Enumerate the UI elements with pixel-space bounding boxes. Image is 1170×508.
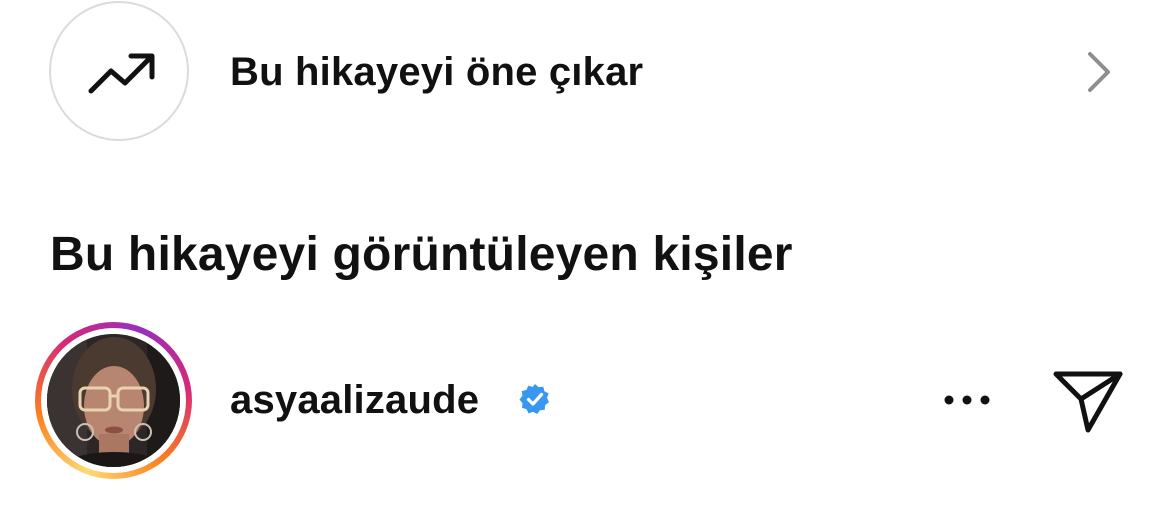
send-paper-plane-icon [1053, 371, 1123, 433]
boost-story-label: Bu hikayeyi öne çıkar [230, 50, 644, 94]
boost-story-row[interactable]: Bu hikayeyi öne çıkar [0, 0, 1170, 145]
avatar-ring-gap [41, 328, 186, 473]
send-message-button[interactable] [1050, 364, 1126, 436]
more-horizontal-icon [944, 395, 990, 405]
trending-up-icon [88, 53, 155, 94]
avatar[interactable] [35, 322, 192, 479]
boost-icon-circle [49, 1, 189, 141]
viewers-section-title: Bu hikayeyi görüntüleyen kişiler [50, 228, 793, 281]
verified-badge-icon [519, 384, 549, 414]
more-options-button[interactable] [935, 380, 999, 420]
avatar-image [47, 334, 180, 467]
viewer-username[interactable]: asyaalizaude [230, 376, 479, 424]
viewer-row[interactable]: asyaalizaude [0, 320, 1170, 485]
chevron-right-icon [1088, 52, 1110, 92]
